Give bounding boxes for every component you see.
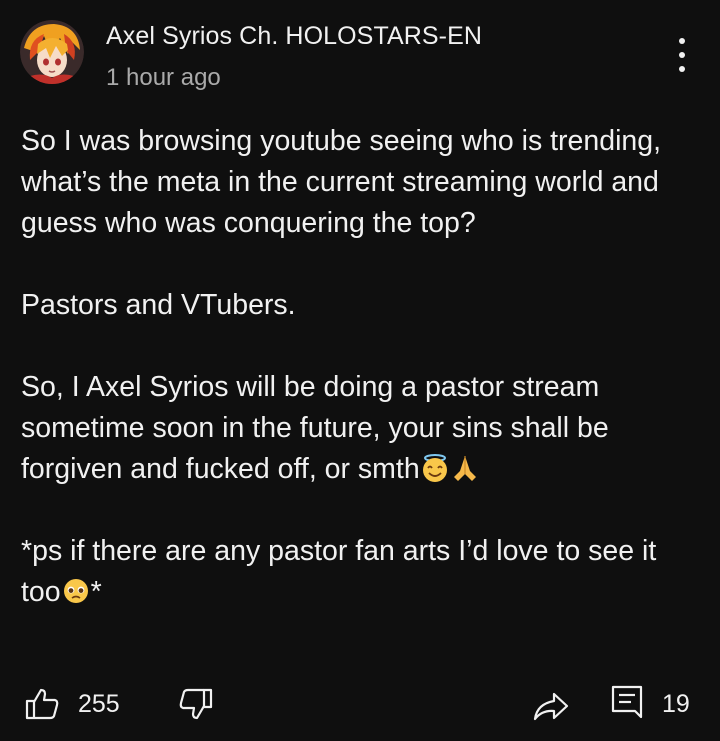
post-body: So I was browsing youtube seeing who is … (21, 121, 701, 613)
post-paragraph-3-text: So, I Axel Syrios will be doing a pastor… (21, 371, 609, 485)
post-paragraph-4-text: *ps if there are any pastor fan arts I’d… (21, 535, 657, 608)
post-paragraph-4-suffix: * (90, 576, 102, 608)
more-vert-icon[interactable] (672, 38, 692, 72)
thumbs-down-icon[interactable] (178, 686, 214, 722)
post-actions-bar: 255 19 (0, 680, 720, 730)
post-header: Axel Syrios Ch. HOLOSTARS-EN 1 hour ago (20, 18, 700, 98)
community-post: Axel Syrios Ch. HOLOSTARS-EN 1 hour ago … (0, 0, 720, 741)
smiling-face-with-halo-icon (420, 453, 450, 483)
like-count: 255 (78, 690, 120, 718)
post-paragraph-1: So I was browsing youtube seeing who is … (21, 125, 662, 239)
folded-hands-icon (450, 453, 480, 483)
comment-icon[interactable] (610, 684, 644, 720)
post-paragraph-2: Pastors and VTubers. (21, 289, 296, 321)
post-paragraph-4: *ps if there are any pastor fan arts I’d… (21, 531, 701, 613)
post-paragraph-3: So, I Axel Syrios will be doing a pastor… (21, 367, 701, 490)
comment-count: 19 (662, 690, 690, 718)
post-timestamp: 1 hour ago (106, 64, 221, 91)
pleading-face-icon (61, 576, 91, 606)
author-name[interactable]: Axel Syrios Ch. HOLOSTARS-EN (106, 22, 482, 51)
avatar[interactable] (20, 20, 84, 84)
share-icon[interactable] (532, 688, 570, 724)
thumbs-up-icon[interactable] (24, 686, 60, 722)
